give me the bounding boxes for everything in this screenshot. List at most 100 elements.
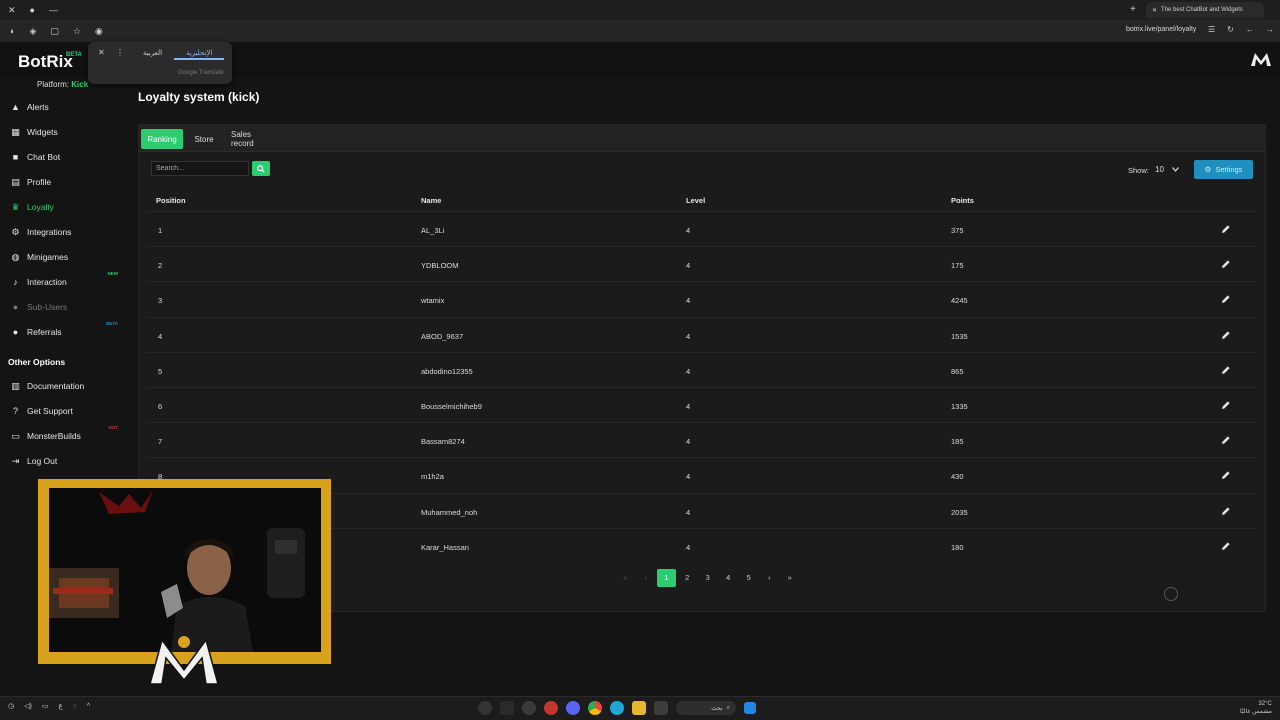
translate-icon[interactable]: ◉ bbox=[95, 26, 103, 37]
tune-icon[interactable]: ☰ bbox=[1208, 25, 1215, 34]
sidebar-item-integrations[interactable]: ⚙ Integrations bbox=[10, 225, 128, 239]
network-icon[interactable]: ▭ bbox=[42, 702, 49, 710]
browser-tab[interactable]: ✕ The best ChatBot and Widgets bbox=[1146, 2, 1264, 18]
sidebar-item-sub-users[interactable]: ● Sub-Users bbox=[10, 300, 128, 314]
edit-pencil-icon[interactable] bbox=[1221, 259, 1231, 269]
cell-level: 4 bbox=[686, 437, 691, 447]
more-vert-icon[interactable]: ⋮ bbox=[116, 48, 124, 57]
davinci-icon[interactable] bbox=[544, 701, 558, 715]
terminal-icon[interactable] bbox=[500, 701, 514, 715]
forward-icon[interactable]: → bbox=[1266, 25, 1274, 34]
edit-pencil-icon[interactable] bbox=[1221, 294, 1231, 304]
cell-level: 4 bbox=[686, 542, 691, 552]
sidebar-item-minigames[interactable]: ◍ Minigames bbox=[10, 250, 128, 264]
cell-position: 2 bbox=[158, 261, 163, 271]
sidebar-item-alerts[interactable]: ▲ Alerts bbox=[10, 100, 128, 114]
taskbar-search[interactable]: بحث ⌕ bbox=[676, 701, 736, 715]
star-icon[interactable]: ☆ bbox=[73, 26, 81, 37]
music-icon: ♪ bbox=[13, 277, 18, 287]
file-explorer-icon[interactable] bbox=[632, 701, 646, 715]
edit-pencil-icon[interactable] bbox=[1221, 365, 1231, 375]
shield-icon[interactable]: ◈ bbox=[29, 26, 36, 37]
sidebar-item-log-out[interactable]: ⇥ Log Out bbox=[10, 454, 128, 468]
cell-name: wtamix bbox=[421, 296, 445, 306]
prev-page-button[interactable]: ‹ bbox=[636, 569, 657, 587]
discord-icon[interactable] bbox=[566, 701, 580, 715]
edit-pencil-icon[interactable] bbox=[1221, 506, 1231, 516]
tab-title: The best ChatBot and Widgets bbox=[1161, 7, 1243, 13]
next-page-button[interactable]: › bbox=[759, 569, 780, 587]
edit-pencil-icon[interactable] bbox=[1221, 330, 1231, 340]
translate-source-lang[interactable]: العربية bbox=[143, 49, 162, 57]
tab-store[interactable]: Store bbox=[189, 129, 219, 149]
page-4-button[interactable]: 4 bbox=[718, 569, 739, 587]
profile-icon[interactable]: ● bbox=[30, 5, 35, 16]
rows-per-page-select[interactable]: 10 bbox=[1151, 162, 1187, 177]
edit-pencil-icon[interactable] bbox=[1221, 224, 1231, 234]
translate-target-lang[interactable]: الإنجليزية bbox=[186, 49, 212, 57]
edit-pencil-icon[interactable] bbox=[1221, 541, 1231, 551]
cell-points: 865 bbox=[951, 366, 964, 376]
mic-icon[interactable]: ◌ bbox=[73, 703, 77, 710]
reload-icon[interactable]: ↻ bbox=[1227, 25, 1234, 34]
hidden-icons-chevron-icon[interactable]: ^ bbox=[87, 703, 90, 710]
page-3-button[interactable]: 3 bbox=[698, 569, 719, 587]
edit-pencil-icon[interactable] bbox=[1221, 400, 1231, 410]
close-window-icon[interactable]: ✕ bbox=[8, 5, 16, 16]
keyboard-icon[interactable]: ع bbox=[58, 702, 62, 710]
page-2-button[interactable]: 2 bbox=[677, 569, 698, 587]
url-text[interactable]: botrix.live/panel/loyalty bbox=[1126, 26, 1196, 33]
page-5-button[interactable]: 5 bbox=[739, 569, 760, 587]
column-header-level[interactable]: Level bbox=[686, 196, 705, 205]
minimize-icon[interactable]: — bbox=[49, 5, 58, 16]
id-card-icon: ▤ bbox=[11, 176, 20, 187]
new-tab-icon[interactable]: + bbox=[1130, 4, 1136, 15]
sidebar-item-widgets[interactable]: ▦ Widgets bbox=[10, 125, 128, 139]
close-icon[interactable]: ✕ bbox=[98, 48, 105, 57]
users-icon: ● bbox=[12, 302, 19, 312]
edge-icon[interactable] bbox=[610, 701, 624, 715]
page-1-button[interactable]: 1 bbox=[657, 569, 676, 587]
cell-name: ABOD_9637 bbox=[421, 331, 464, 341]
app-icon[interactable] bbox=[522, 701, 536, 715]
windows-start-icon[interactable] bbox=[744, 702, 756, 714]
cell-name: Muhammed_noh bbox=[421, 507, 478, 517]
loading-spinner-icon bbox=[1164, 587, 1178, 601]
tab-sales-record[interactable]: Sales record bbox=[225, 129, 279, 149]
sidebar-item-interaction[interactable]: ♪ Interaction NEW bbox=[10, 271, 128, 289]
cell-name: Karar_Hassan bbox=[421, 542, 469, 552]
puzzle-icon[interactable]: ▢ bbox=[50, 26, 59, 37]
cell-points: 430 bbox=[951, 472, 964, 482]
obs-icon[interactable] bbox=[478, 701, 492, 715]
last-page-button[interactable]: » bbox=[780, 569, 801, 587]
page-title: Loyalty system (kick) bbox=[138, 90, 260, 104]
cell-position: 6 bbox=[158, 402, 163, 411]
tab-close-icon[interactable]: ✕ bbox=[1152, 7, 1157, 14]
chrome-icon[interactable] bbox=[588, 701, 602, 715]
first-page-button[interactable]: « bbox=[615, 569, 636, 587]
notification-icon[interactable]: ◷ bbox=[8, 702, 14, 710]
column-header-position[interactable]: Position bbox=[156, 196, 186, 205]
sidebar-item-referrals[interactable]: ● Referrals BETA bbox=[10, 321, 128, 339]
settings-button[interactable]: ⚙ Settings bbox=[1194, 160, 1253, 179]
cell-points: 185 bbox=[951, 437, 964, 447]
weather-widget[interactable]: 32°C مشمس غالبًا bbox=[1240, 700, 1272, 716]
sidebar-item-loyalty[interactable]: ♛ Loyalty bbox=[10, 200, 128, 214]
back-icon[interactable]: ← bbox=[1246, 25, 1254, 34]
sidebar-item-documentation[interactable]: ▥ Documentation bbox=[10, 379, 128, 393]
column-header-points[interactable]: Points bbox=[951, 196, 974, 205]
sidebar-item-chat-bot[interactable]: ■ Chat Bot bbox=[10, 150, 128, 164]
store-icon[interactable] bbox=[654, 701, 668, 715]
search-input[interactable] bbox=[151, 161, 249, 176]
edit-pencil-icon[interactable] bbox=[1221, 470, 1231, 480]
botrix-logo[interactable]: BotRix bbox=[18, 52, 73, 72]
tab-ranking[interactable]: Ranking bbox=[141, 129, 183, 149]
sidebar-item-get-support[interactable]: ? Get Support bbox=[10, 404, 128, 418]
volume-icon[interactable]: ◁) bbox=[24, 702, 32, 710]
search-button[interactable] bbox=[252, 161, 270, 176]
column-header-name[interactable]: Name bbox=[421, 196, 441, 205]
sidebar-item-monsterbuilds[interactable]: ▭ MonsterBuilds HOT bbox=[10, 425, 128, 443]
sidebar-item-profile[interactable]: ▤ Profile bbox=[10, 175, 128, 189]
edit-pencil-icon[interactable] bbox=[1221, 435, 1231, 445]
extension-icon[interactable]: ◐ bbox=[10, 26, 15, 36]
